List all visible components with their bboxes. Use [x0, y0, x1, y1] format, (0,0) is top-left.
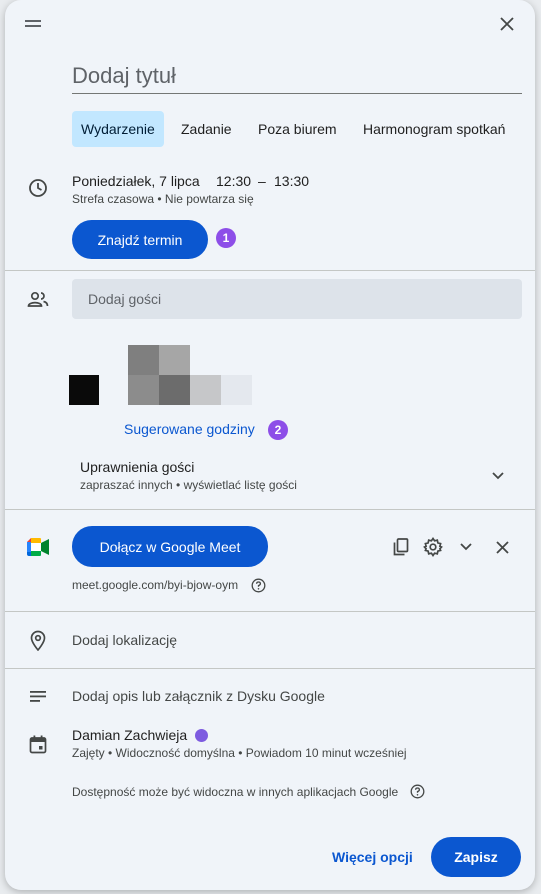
divider [5, 509, 535, 510]
title-input[interactable] [72, 58, 522, 94]
add-guests-input[interactable] [72, 279, 522, 319]
tab-out-of-office[interactable]: Poza biurem [249, 111, 346, 147]
save-button[interactable]: Zapisz [431, 837, 521, 877]
help-icon[interactable] [249, 576, 267, 594]
tab-task[interactable]: Zadanie [172, 111, 241, 147]
tab-appointment-schedule[interactable]: Harmonogram spotkań [354, 111, 514, 147]
chevron-down-icon[interactable] [454, 535, 478, 559]
time-separator: – [258, 173, 266, 189]
tab-event[interactable]: Wydarzenie [72, 111, 164, 147]
calendar-color-dot[interactable] [195, 729, 208, 742]
guest-permissions-detail[interactable]: zapraszać innych • wyświetlać listę gośc… [80, 478, 297, 492]
more-options-button[interactable]: Więcej opcji [332, 849, 413, 865]
people-icon [26, 287, 50, 311]
event-dialog: Wydarzenie Zadanie Poza biurem Harmonogr… [5, 0, 535, 890]
copy-icon[interactable] [389, 535, 413, 559]
calendar-owner[interactable]: Damian Zachwieja [72, 727, 187, 743]
close-icon[interactable] [495, 12, 519, 36]
add-location[interactable]: Dodaj lokalizację [72, 632, 177, 648]
find-time-badge: 1 [216, 228, 236, 248]
join-google-meet-button[interactable]: Dołącz w Google Meet [72, 526, 268, 567]
event-start-time[interactable]: 12:30 [216, 173, 251, 189]
calendar-details[interactable]: Zajęty • Widoczność domyślna • Powiadom … [72, 746, 407, 760]
chevron-down-icon[interactable] [486, 464, 510, 488]
remove-meet-close-icon[interactable] [490, 535, 514, 559]
location-pin-icon [26, 628, 50, 652]
add-description[interactable]: Dodaj opis lub załącznik z Dysku Google [72, 688, 325, 704]
availability-note: Dostępność może być widoczna w innych ap… [72, 785, 399, 799]
gear-icon[interactable] [421, 535, 445, 559]
divider [5, 668, 535, 669]
avatar [69, 375, 99, 405]
guest-permissions-title[interactable]: Uprawnienia gości [80, 459, 194, 475]
divider [5, 611, 535, 612]
meet-link[interactable]: meet.google.com/byi-bjow-oym [72, 578, 238, 592]
timezone-recurrence[interactable]: Strefa czasowa • Nie powtarza się [72, 192, 254, 206]
google-meet-icon [26, 536, 50, 558]
suggested-times-link[interactable]: Sugerowane godziny [124, 421, 255, 437]
divider [5, 270, 535, 271]
suggested-times-badge: 2 [268, 420, 288, 440]
find-time-button[interactable]: Znajdź termin [72, 220, 208, 259]
help-icon[interactable] [408, 782, 426, 800]
event-end-time[interactable]: 13:30 [274, 173, 309, 189]
calendar-icon [26, 732, 50, 756]
event-date[interactable]: Poniedziałek, 7 lipca [72, 173, 200, 189]
description-icon [26, 684, 50, 708]
drag-handle-icon[interactable] [21, 14, 45, 34]
clock-icon [26, 176, 50, 200]
